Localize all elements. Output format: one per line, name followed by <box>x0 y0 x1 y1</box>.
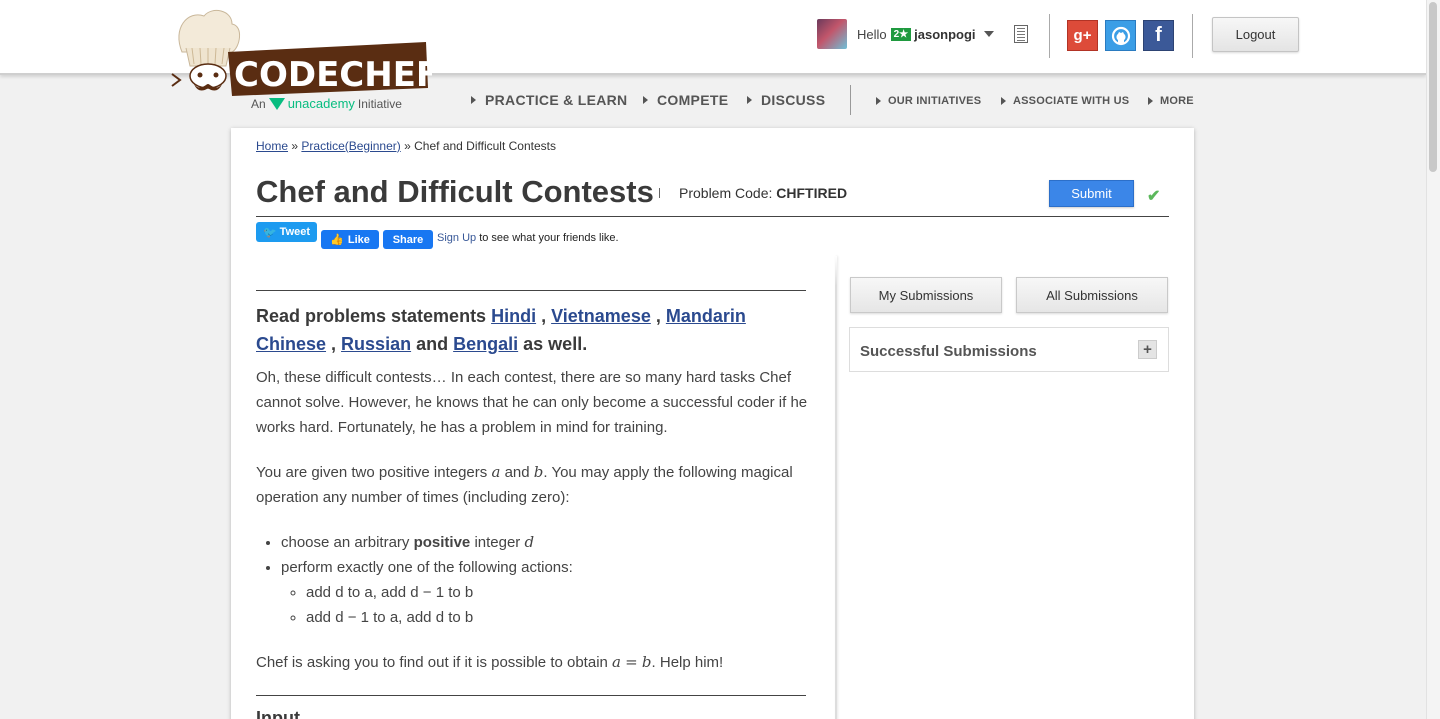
caret-right-icon <box>1148 97 1153 105</box>
avatar[interactable] <box>817 19 847 49</box>
statement-paragraph: You are given two positive integers a an… <box>256 463 793 506</box>
my-submissions-button[interactable]: My Submissions <box>850 277 1002 313</box>
facebook-signup-text: Sign Up to see what your friends like. <box>437 232 619 244</box>
user-menu[interactable]: Hello 2★ jasonpogi <box>817 19 994 49</box>
facebook-like-button[interactable]: 👍 Like <box>321 230 379 249</box>
translations-heading: Read problems statements Hindi , Vietnam… <box>256 306 746 354</box>
statement-paragraph: Chef is asking you to find out if it is … <box>256 653 724 671</box>
solved-check-icon: ✔ <box>1147 188 1161 205</box>
list-item: choose an arbitrary positive integer d <box>281 530 573 555</box>
header-divider <box>1192 14 1193 58</box>
lang-link-hindi[interactable]: Hindi <box>491 306 536 326</box>
input-section-heading: Input <box>256 708 300 719</box>
facebook-signup-link[interactable]: Sign Up <box>437 232 476 244</box>
section-rule <box>256 695 806 696</box>
problem-card: Home » Practice(Beginner) » Chef and Dif… <box>231 128 1194 719</box>
lang-link-russian[interactable]: Russian <box>341 334 411 354</box>
scrollbar-thumb[interactable] <box>1429 2 1437 172</box>
list-item: add d − 1 to a, add d to b <box>306 605 573 630</box>
thumbs-up-icon: 👍 <box>330 234 344 246</box>
problem-code: Problem Code: CHFTIRED <box>679 185 848 201</box>
successful-submissions-title: Successful Submissions <box>860 343 1037 360</box>
google-plus-icon[interactable]: g+ <box>1067 20 1098 51</box>
logo-tagline: An unacademy Initiative <box>251 96 402 111</box>
breadcrumb: Home » Practice(Beginner) » Chef and Dif… <box>256 139 556 153</box>
caret-right-icon <box>471 96 476 104</box>
statement-rule <box>256 290 806 291</box>
nav-compete[interactable]: COMPETE <box>643 92 728 108</box>
nav-more[interactable]: MORE <box>1148 95 1194 107</box>
facebook-share-button[interactable]: Share <box>383 230 433 249</box>
lang-link-bengali[interactable]: Bengali <box>453 334 518 354</box>
notes-icon[interactable] <box>1014 25 1028 43</box>
twitter-bird-icon: 🐦 <box>262 226 277 239</box>
breadcrumb-current: Chef and Difficult Contests <box>414 139 556 153</box>
caret-right-icon <box>876 97 881 105</box>
username-link[interactable]: jasonpogi <box>914 27 975 42</box>
header-divider <box>1049 14 1050 58</box>
nav-discuss[interactable]: DISCUSS <box>747 92 825 108</box>
list-item: perform exactly one of the following act… <box>281 555 573 630</box>
nav-practice-learn[interactable]: PRACTICE & LEARN <box>471 92 627 108</box>
logo-wordmark: CODECHEF <box>234 55 432 95</box>
breadcrumb-practice-link[interactable]: Practice(Beginner) <box>301 139 400 153</box>
list-item: add d to a, add d − 1 to b <box>306 580 573 605</box>
caret-right-icon <box>747 96 752 104</box>
nav-associate-with-us[interactable]: ASSOCIATE WITH US <box>1001 95 1129 107</box>
lang-link-vietnamese[interactable]: Vietnamese <box>551 306 651 326</box>
page-scrollbar[interactable] <box>1426 0 1440 719</box>
submit-button[interactable]: Submit <box>1049 180 1134 207</box>
star-rating-badge: 2★ <box>890 27 912 41</box>
page-title: Chef and Difficult Contests <box>256 174 654 209</box>
caret-right-icon <box>1001 97 1006 105</box>
logout-button[interactable]: Logout <box>1212 17 1299 52</box>
operation-list: choose an arbitrary positive integer d p… <box>281 530 573 630</box>
title-rule <box>256 216 1169 217</box>
nav-divider <box>850 85 851 115</box>
expand-plus-icon[interactable]: + <box>1138 340 1157 359</box>
unacademy-icon <box>268 97 285 110</box>
column-divider <box>835 256 837 719</box>
caret-right-icon <box>643 96 648 104</box>
greeting-text: Hello <box>857 26 887 42</box>
title-divider <box>659 188 660 198</box>
statement-paragraph: Oh, these difficult contests… In each co… <box>256 369 808 436</box>
github-icon[interactable] <box>1105 20 1136 51</box>
breadcrumb-home-link[interactable]: Home <box>256 139 288 153</box>
nav-our-initiatives[interactable]: OUR INITIATIVES <box>876 95 981 107</box>
tweet-button[interactable]: 🐦 Tweet <box>256 222 317 242</box>
all-submissions-button[interactable]: All Submissions <box>1016 277 1168 313</box>
chevron-down-icon[interactable] <box>983 31 994 37</box>
facebook-icon[interactable]: f <box>1143 20 1174 51</box>
successful-submissions-panel[interactable]: Successful Submissions + <box>849 327 1169 372</box>
